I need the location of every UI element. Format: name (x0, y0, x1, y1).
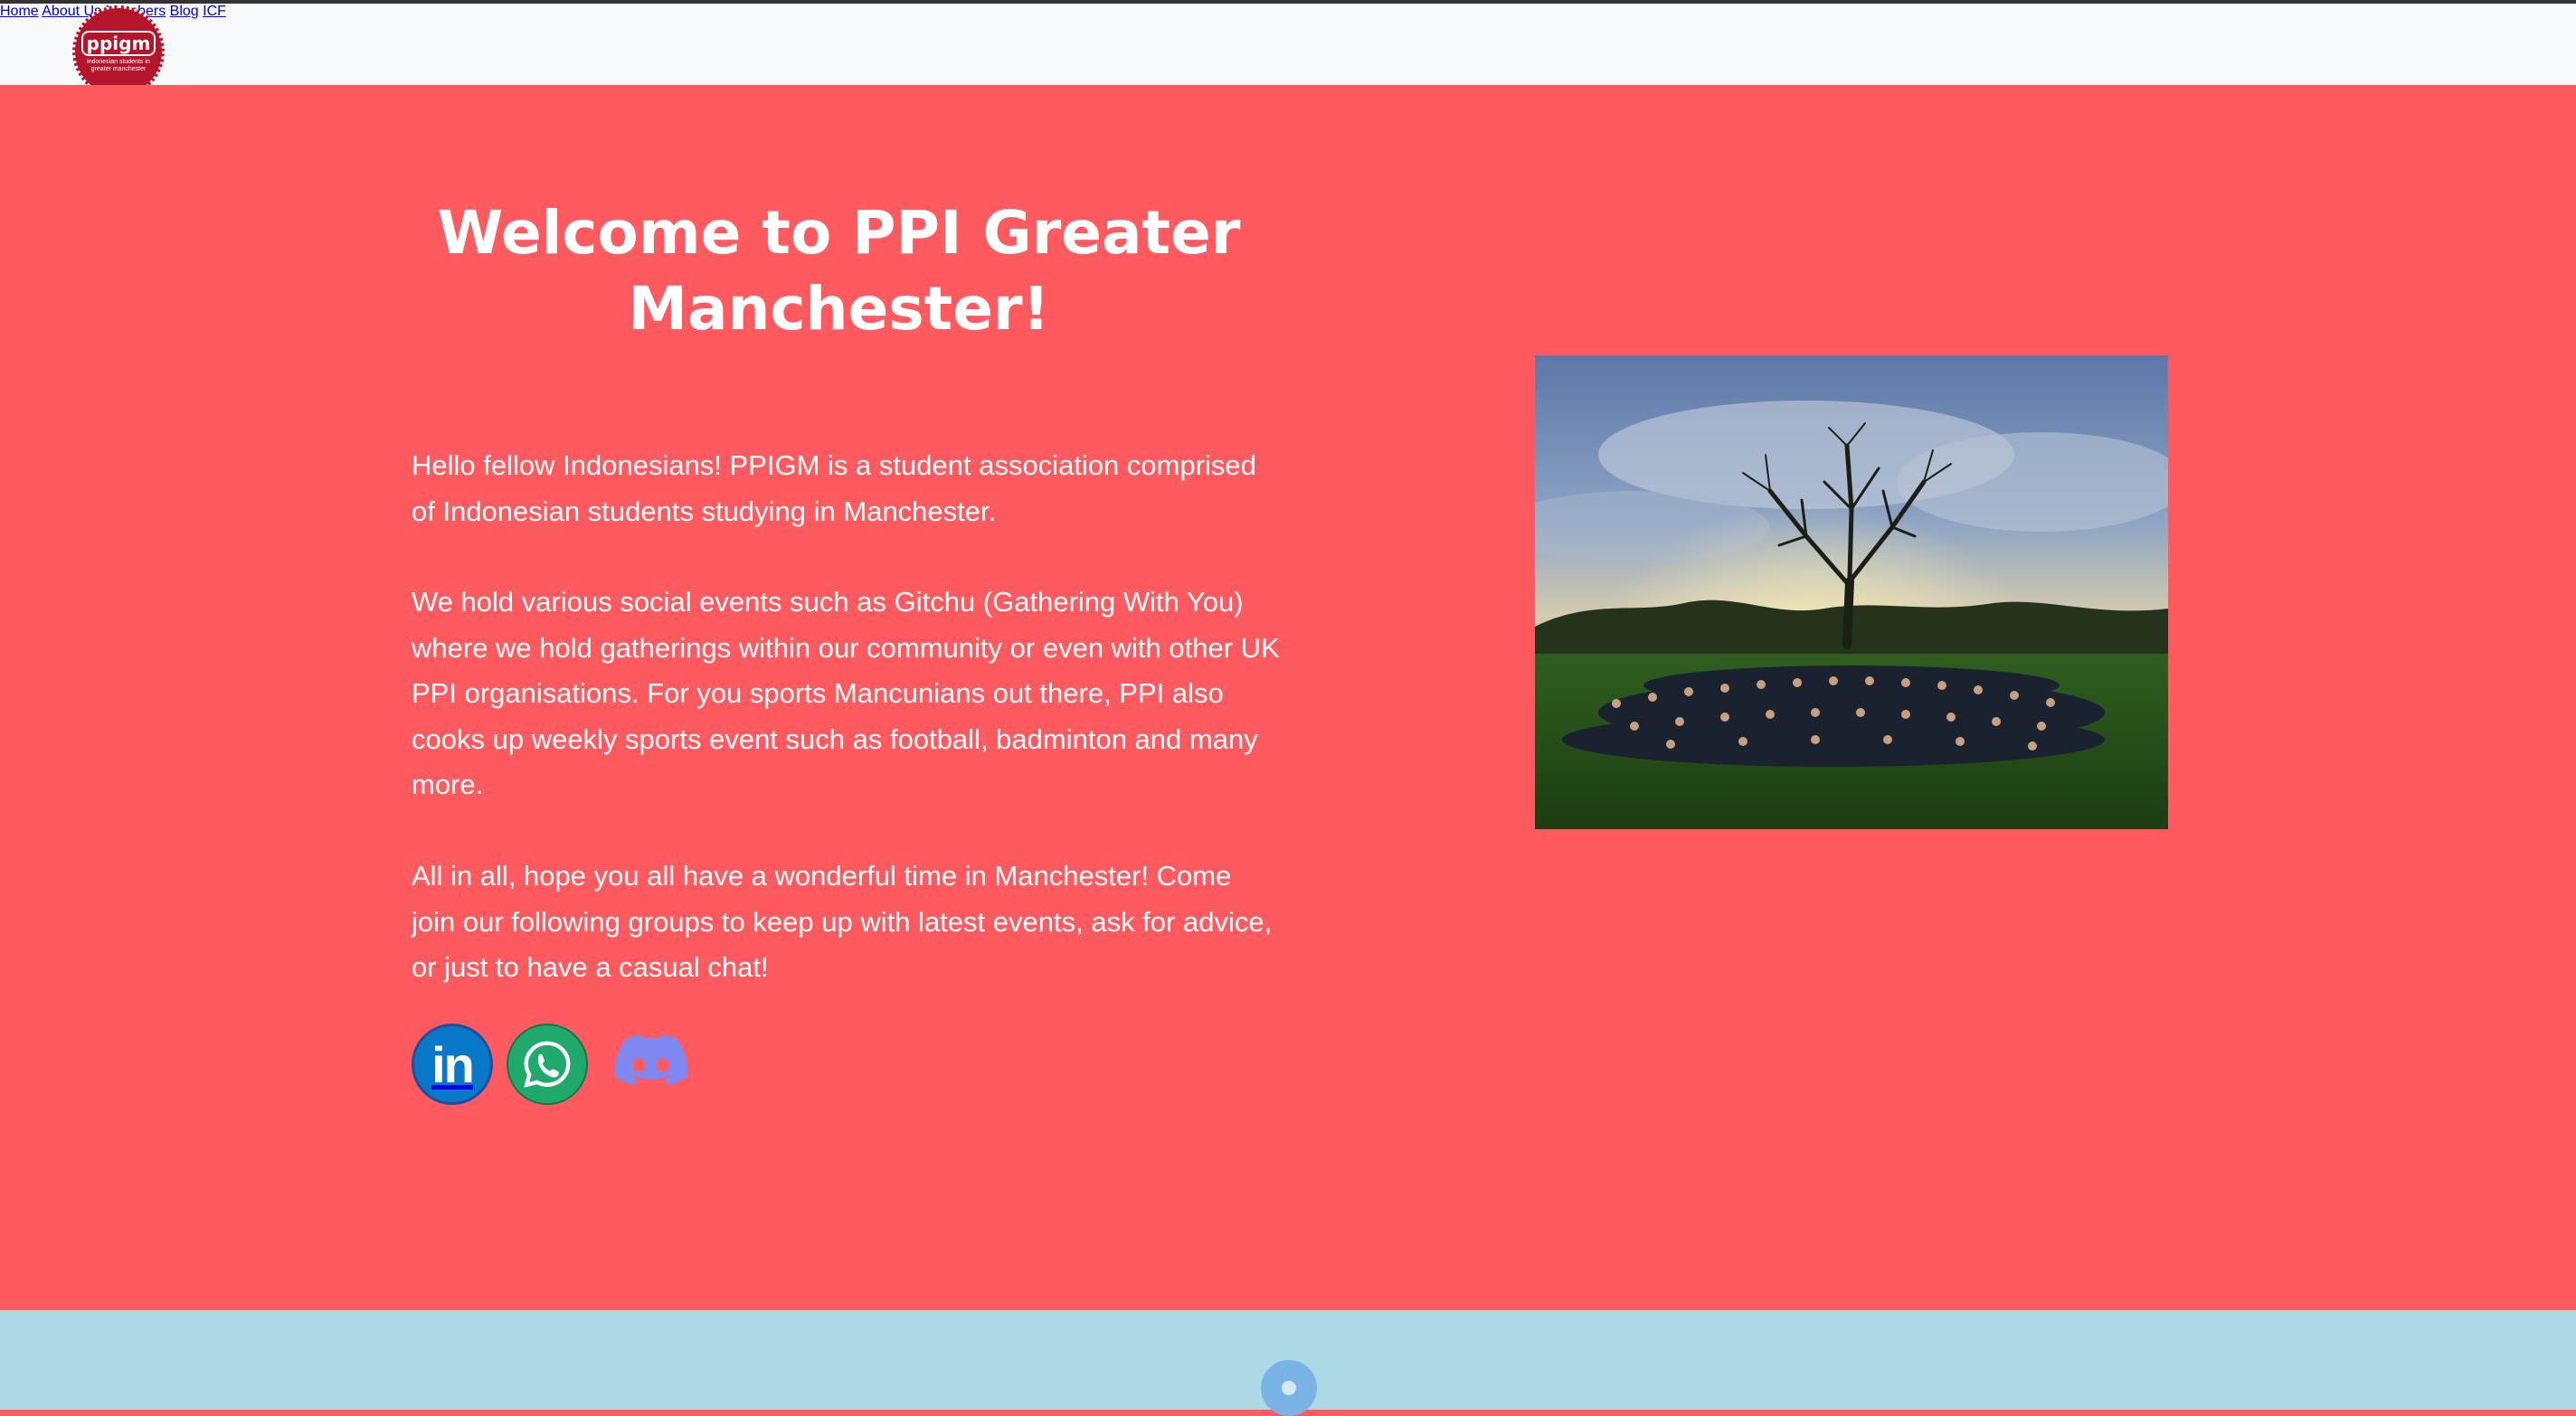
hero-paragraph-intro: Hello fellow Indonesians! PPIGM is a stu… (412, 449, 1256, 527)
discord-glyph (614, 1035, 688, 1086)
whatsapp-icon[interactable] (507, 1024, 588, 1105)
nav-home[interactable]: Home (0, 4, 39, 19)
navbar: ppigm indonesian students in greater man… (0, 4, 2576, 98)
hero-title: Welcome to PPI Greater Manchester! (437, 198, 1241, 344)
group-photo-image (1535, 355, 2168, 829)
main-nav: Home About Us Members Blog ICF (0, 4, 2576, 20)
hero-section (0, 85, 2576, 1310)
nav-blog[interactable]: Blog (170, 4, 199, 19)
social-links: in (412, 1024, 701, 1105)
logo-tagline: indonesian students in greater mancheste… (87, 58, 150, 72)
logo-name: ppigm (80, 30, 156, 56)
nav-icf[interactable]: ICF (203, 4, 226, 19)
whatsapp-glyph (524, 1041, 571, 1088)
linkedin-icon[interactable]: in (412, 1024, 493, 1105)
scroll-indicator-icon[interactable] (1261, 1360, 1317, 1416)
discord-icon[interactable] (611, 1024, 692, 1105)
group-photo (1535, 355, 2168, 829)
hero-paragraph-events: We hold various social events such as Gi… (412, 586, 1280, 800)
ppigm-logo[interactable]: ppigm indonesian students in greater man… (72, 5, 165, 98)
hero-paragraph-join: All in all, hope you all have a wonderfu… (412, 860, 1273, 983)
linkedin-label: in (431, 1035, 475, 1093)
